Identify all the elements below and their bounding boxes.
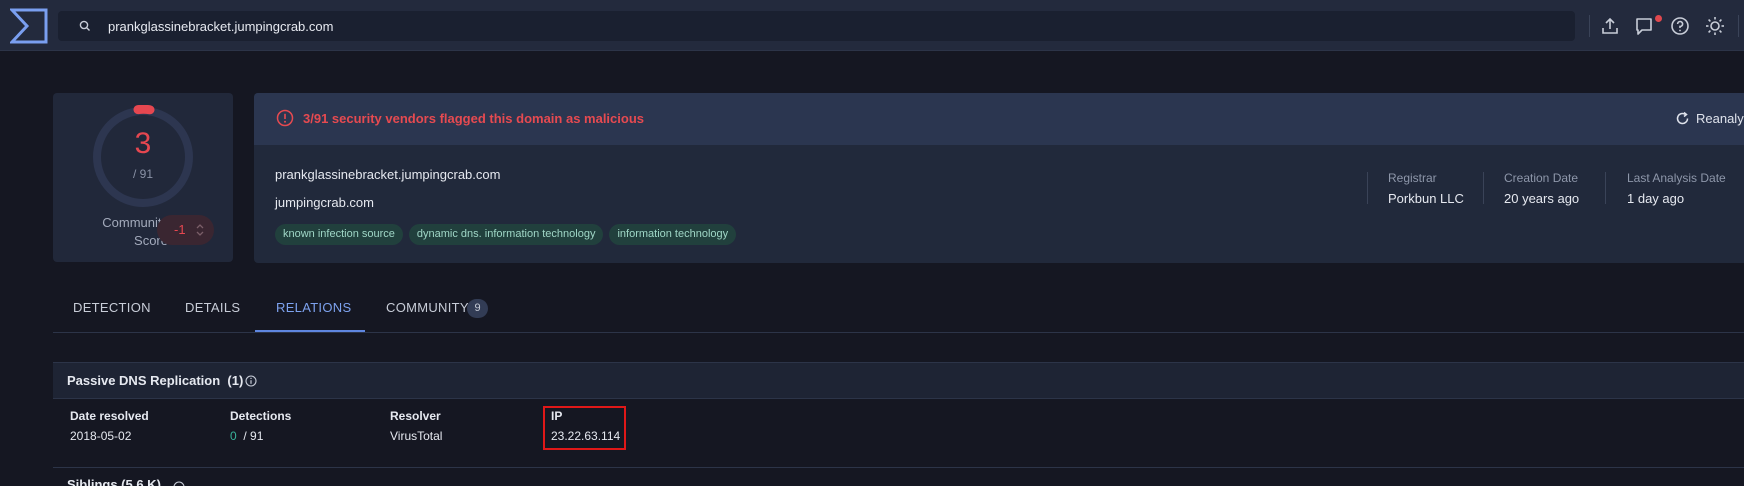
tabs-divider [53, 332, 1744, 333]
malicious-alert-bar: 3/91 security vendors flagged this domai… [254, 93, 1744, 145]
domain-info-card: 3/91 security vendors flagged this domai… [254, 93, 1744, 263]
creation-date-label: Creation Date [1504, 171, 1579, 185]
domain-tags: known infection source dynamic dns. info… [275, 224, 737, 245]
passive-dns-section-header: Passive DNS Replication (1) [53, 363, 1744, 399]
reanalyze-icon[interactable] [1675, 111, 1690, 126]
tab-relations[interactable]: RELATIONS [276, 300, 351, 315]
registrar-label: Registrar [1388, 171, 1437, 185]
theme-toggle-sun-icon[interactable] [1704, 15, 1726, 37]
tag[interactable]: known infection source [275, 224, 403, 245]
tab-details[interactable]: DETAILS [185, 300, 240, 315]
detection-total: / 91 [132, 167, 153, 181]
section-divider [53, 467, 1744, 468]
community-count-badge: 9 [467, 299, 488, 318]
help-icon[interactable] [1669, 15, 1691, 37]
detection-count: 3 [134, 127, 152, 160]
tab-detection[interactable]: DETECTION [73, 300, 151, 315]
chat-notifications-icon[interactable] [1634, 15, 1656, 37]
passive-dns-title: Passive DNS Replication (1) [67, 373, 243, 388]
search-icon [79, 20, 90, 31]
column-header-resolver: Resolver [390, 409, 441, 423]
registrar-field: Registrar Porkbun LLC [1388, 171, 1464, 206]
reanalyze-button[interactable]: Reanaly [1696, 111, 1744, 126]
toolbar-divider [1589, 15, 1590, 37]
cell-resolver: VirusTotal [390, 429, 443, 443]
community-score-label: Community Score [102, 215, 168, 248]
creation-date-value: 20 years ago [1504, 191, 1580, 206]
tag[interactable]: information technology [609, 224, 737, 245]
community-score-value: -1 [174, 222, 186, 237]
registrar-value: Porkbun LLC [1388, 191, 1464, 206]
community-score-voter[interactable]: -1 [157, 215, 214, 245]
cell-date-resolved: 2018-05-02 [70, 429, 132, 443]
parent-domain-link[interactable]: jumpingcrab.com [275, 195, 374, 210]
toolbar-divider [1738, 15, 1739, 37]
top-bar [0, 0, 1744, 51]
malicious-alert-text: 3/91 security vendors flagged this domai… [303, 111, 645, 126]
info-icon[interactable] [245, 375, 257, 387]
cell-detections: 0 / 91 [230, 429, 263, 443]
siblings-section-title: Siblings (5.6 K) [67, 477, 161, 486]
meta-divider [1367, 172, 1368, 204]
warning-circle-icon [276, 109, 294, 127]
tag[interactable]: dynamic dns. information technology [408, 224, 604, 245]
passive-dns-count: (1) [227, 373, 244, 388]
ip-highlight-box [543, 406, 626, 450]
search-box[interactable] [58, 11, 1575, 41]
passive-dns-title-text: Passive DNS Replication [67, 373, 221, 388]
meta-divider [1605, 172, 1606, 204]
detection-score-card: 3 / 91 Community Score -1 [53, 93, 233, 262]
vote-arrows-icon[interactable] [195, 220, 205, 240]
detections-total: / 91 [243, 429, 264, 443]
last-analysis-value: 1 day ago [1627, 191, 1685, 206]
meta-divider [1483, 172, 1484, 204]
tab-community[interactable]: COMMUNITY [386, 300, 469, 315]
detections-count: 0 [230, 429, 237, 443]
domain-name[interactable]: prankglassinebracket.jumpingcrab.com [275, 167, 500, 182]
info-icon[interactable] [173, 481, 185, 486]
creation-date-field: Creation Date 20 years ago [1504, 171, 1579, 206]
column-header-date-resolved: Date resolved [70, 409, 149, 423]
column-header-detections: Detections [230, 409, 292, 423]
virustotal-logo-icon[interactable] [10, 8, 48, 44]
last-analysis-field: Last Analysis Date 1 day ago [1627, 171, 1726, 206]
last-analysis-label: Last Analysis Date [1627, 171, 1726, 185]
upload-icon[interactable] [1599, 15, 1621, 37]
notification-dot [1655, 15, 1662, 22]
search-input[interactable] [108, 11, 1508, 41]
